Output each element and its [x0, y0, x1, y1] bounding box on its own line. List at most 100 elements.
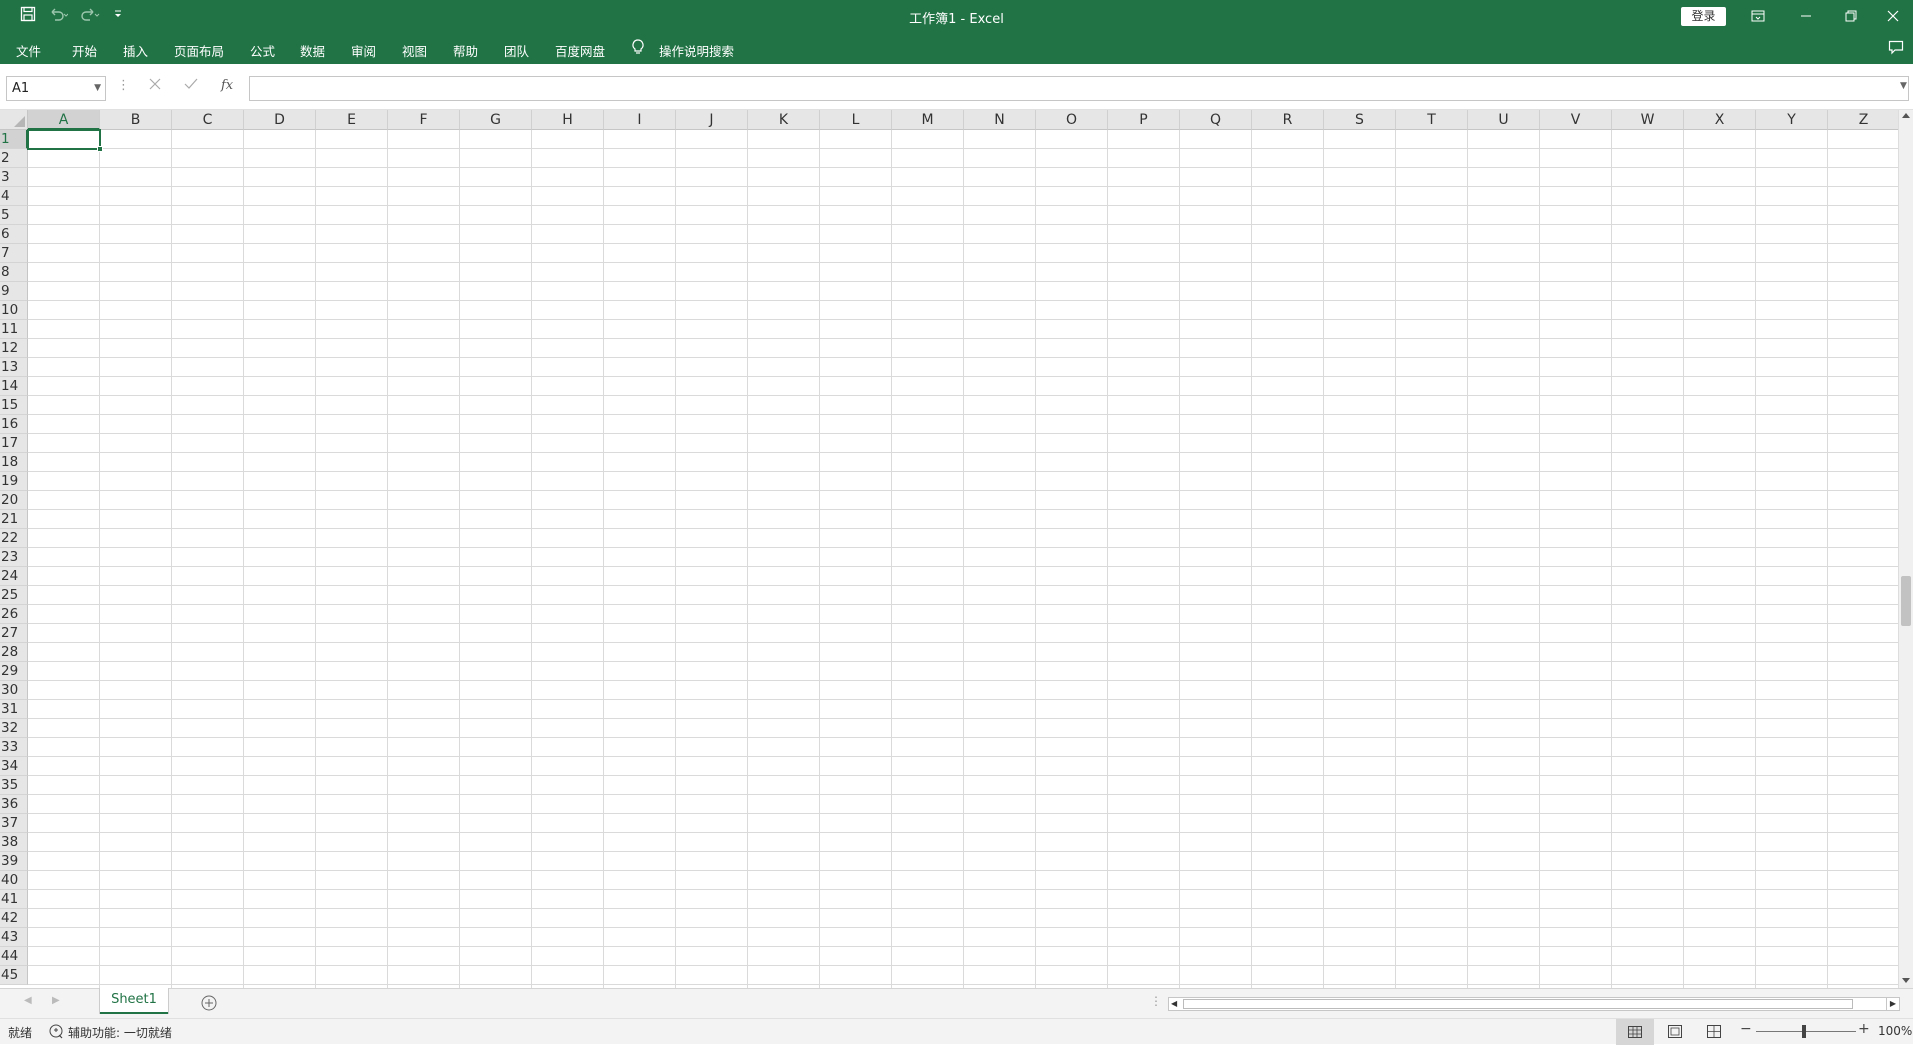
- tab-baidu-netdisk[interactable]: 百度网盘: [555, 41, 605, 60]
- column-header[interactable]: W: [1612, 110, 1684, 130]
- column-header[interactable]: Q: [1180, 110, 1252, 130]
- row-header[interactable]: 31: [0, 700, 28, 719]
- scroll-left-icon[interactable]: ◀: [1171, 999, 1177, 1008]
- row-header[interactable]: 35: [0, 776, 28, 795]
- accessibility-icon[interactable]: [48, 1023, 64, 1042]
- tab-review[interactable]: 审阅: [351, 41, 376, 60]
- column-header[interactable]: L: [820, 110, 892, 130]
- cell-area[interactable]: [28, 130, 1898, 988]
- restore-icon[interactable]: [1828, 0, 1873, 32]
- tab-help[interactable]: 帮助: [453, 41, 478, 60]
- column-header[interactable]: N: [964, 110, 1036, 130]
- row-header[interactable]: 15: [0, 396, 28, 415]
- column-header[interactable]: P: [1108, 110, 1180, 130]
- tab-page-layout[interactable]: 页面布局: [174, 41, 224, 60]
- row-header[interactable]: 43: [0, 928, 28, 947]
- column-header[interactable]: U: [1468, 110, 1540, 130]
- cancel-entry-icon[interactable]: [149, 78, 161, 94]
- select-all-corner[interactable]: [0, 110, 28, 130]
- zoom-level[interactable]: 100%: [1878, 1024, 1912, 1038]
- row-header[interactable]: 20: [0, 491, 28, 510]
- column-header[interactable]: T: [1396, 110, 1468, 130]
- column-header[interactable]: Y: [1756, 110, 1828, 130]
- tab-view[interactable]: 视图: [402, 41, 427, 60]
- row-header[interactable]: 23: [0, 548, 28, 567]
- row-header[interactable]: 40: [0, 871, 28, 890]
- row-header[interactable]: 13: [0, 358, 28, 377]
- lightbulb-icon[interactable]: [631, 39, 645, 59]
- row-header[interactable]: 17: [0, 434, 28, 453]
- row-header[interactable]: 12: [0, 339, 28, 358]
- row-header[interactable]: 2: [0, 149, 28, 168]
- zoom-slider-thumb[interactable]: [1802, 1025, 1806, 1038]
- horizontal-scrollbar[interactable]: ◀: [1168, 997, 1888, 1011]
- zoom-out-icon[interactable]: −: [1740, 1021, 1752, 1037]
- worksheet-grid[interactable]: ABCDEFGHIJKLMNOPQRSTUVWXYZ 1 2 3 4 5 6 7 8 9 10 11…: [0, 110, 1906, 988]
- row-header[interactable]: 9: [0, 282, 28, 301]
- column-header[interactable]: M: [892, 110, 964, 130]
- tab-home[interactable]: 开始: [72, 41, 97, 60]
- tell-me-search[interactable]: 操作说明搜索: [659, 41, 734, 60]
- zoom-slider-track[interactable]: [1756, 1031, 1856, 1032]
- accessibility-status[interactable]: 辅助功能: 一切就绪: [68, 1024, 172, 1041]
- column-header[interactable]: O: [1036, 110, 1108, 130]
- fill-handle[interactable]: [97, 146, 103, 152]
- column-header[interactable]: V: [1540, 110, 1612, 130]
- column-header[interactable]: A: [28, 110, 100, 130]
- column-header[interactable]: G: [460, 110, 532, 130]
- expand-formula-bar-icon[interactable]: ▼: [1900, 81, 1907, 91]
- row-header[interactable]: 39: [0, 852, 28, 871]
- tab-team[interactable]: 团队: [504, 41, 529, 60]
- row-header[interactable]: 42: [0, 909, 28, 928]
- page-break-view-icon[interactable]: [1707, 1025, 1721, 1041]
- column-header[interactable]: J: [676, 110, 748, 130]
- row-header[interactable]: 30: [0, 681, 28, 700]
- tab-file[interactable]: 文件: [16, 41, 41, 60]
- chevron-down-icon[interactable]: ▼: [94, 77, 101, 100]
- tab-data[interactable]: 数据: [300, 41, 325, 60]
- page-layout-view-icon[interactable]: [1668, 1025, 1682, 1041]
- row-header[interactable]: 8: [0, 263, 28, 282]
- row-header[interactable]: 1: [0, 130, 28, 149]
- prev-sheet-icon[interactable]: ◀: [24, 995, 32, 1006]
- column-header[interactable]: S: [1324, 110, 1396, 130]
- scroll-right-icon[interactable]: ▶: [1886, 997, 1900, 1011]
- normal-view-icon[interactable]: [1616, 1019, 1654, 1045]
- row-header[interactable]: 22: [0, 529, 28, 548]
- more-options-icon[interactable]: ⋮: [117, 78, 130, 93]
- vertical-scrollbar[interactable]: [1898, 110, 1913, 988]
- row-header[interactable]: 38: [0, 833, 28, 852]
- column-header[interactable]: F: [388, 110, 460, 130]
- row-header[interactable]: 34: [0, 757, 28, 776]
- row-header[interactable]: 21: [0, 510, 28, 529]
- tab-formulas[interactable]: 公式: [250, 41, 275, 60]
- row-header[interactable]: 24: [0, 567, 28, 586]
- active-cell-selector[interactable]: [27, 129, 103, 152]
- column-header[interactable]: H: [532, 110, 604, 130]
- add-sheet-icon[interactable]: [201, 995, 217, 1015]
- row-header[interactable]: 5: [0, 206, 28, 225]
- row-header[interactable]: 7: [0, 244, 28, 263]
- next-sheet-icon[interactable]: ▶: [52, 995, 60, 1006]
- column-header[interactable]: B: [100, 110, 172, 130]
- login-button[interactable]: 登录: [1681, 7, 1726, 26]
- zoom-in-icon[interactable]: +: [1858, 1021, 1870, 1037]
- row-header[interactable]: 28: [0, 643, 28, 662]
- column-header[interactable]: Z: [1828, 110, 1900, 130]
- minimize-icon[interactable]: [1783, 0, 1828, 32]
- tab-insert[interactable]: 插入: [123, 41, 148, 60]
- sheet-tab[interactable]: Sheet1: [100, 988, 168, 1014]
- formula-input[interactable]: [249, 76, 1909, 101]
- confirm-entry-icon[interactable]: [184, 78, 198, 94]
- row-header[interactable]: 32: [0, 719, 28, 738]
- column-header[interactable]: R: [1252, 110, 1324, 130]
- row-header[interactable]: 25: [0, 586, 28, 605]
- ribbon-display-options-icon[interactable]: [1735, 0, 1780, 32]
- row-header[interactable]: 27: [0, 624, 28, 643]
- row-header[interactable]: 3: [0, 168, 28, 187]
- row-header[interactable]: 4: [0, 187, 28, 206]
- column-header[interactable]: I: [604, 110, 676, 130]
- row-header[interactable]: 6: [0, 225, 28, 244]
- column-header[interactable]: C: [172, 110, 244, 130]
- tab-split-handle[interactable]: ⋮: [1150, 994, 1162, 1008]
